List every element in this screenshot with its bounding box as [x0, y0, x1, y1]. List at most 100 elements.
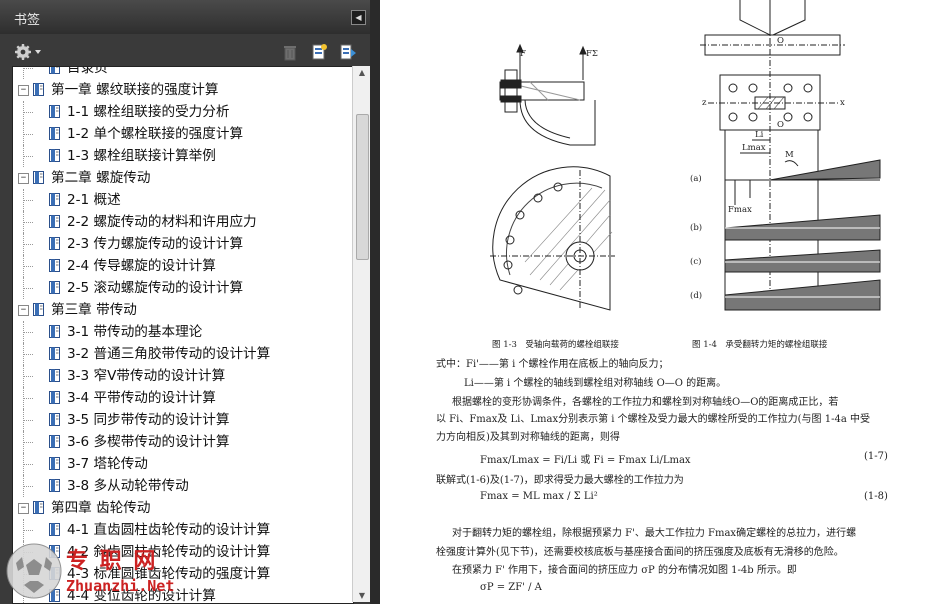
bookmark-icon	[49, 193, 60, 206]
scrollbar-thumb[interactable]	[356, 114, 369, 260]
bookmark-item[interactable]: 3-1 带传动的基本理论	[13, 321, 353, 343]
tree-connector	[23, 112, 33, 113]
bookmark-item[interactable]: 1-1 螺栓组联接的受力分析	[13, 101, 353, 123]
bookmark-chapter[interactable]: − 第四章 齿轮传动	[13, 497, 353, 519]
bookmark-item[interactable]: 3-3 窄V带传动的设计计算	[13, 365, 353, 387]
label-Li: Li	[755, 130, 764, 140]
tree-connector	[23, 156, 33, 157]
tree-connector	[23, 387, 24, 409]
figure-drawings	[490, 0, 881, 311]
watermark-text-en: Zhuanzhi.Net	[66, 577, 175, 595]
label-Lmax: Lmax	[742, 143, 766, 153]
bookmark-label: 1-3 螺栓组联接计算举例	[67, 148, 216, 164]
bookmark-item[interactable]: 2-3 传力螺旋传动的设计计算	[13, 233, 353, 255]
equation-number: (1-8)	[864, 491, 888, 502]
bookmark-expand-icon[interactable]	[339, 43, 357, 61]
bookmark-item[interactable]: 目录页	[13, 67, 353, 79]
collapse-toggle-icon[interactable]: −	[18, 305, 29, 316]
bookmark-label: 3-4 平带传动的设计计算	[67, 390, 216, 406]
bookmark-icon	[33, 303, 44, 316]
label-M: M	[785, 150, 794, 160]
bookmark-item[interactable]: 3-8 多从动轮带传动	[13, 475, 353, 497]
doc-line: 栓强度计算外(见下节)，还需要校核底板与基座接合面间的挤压强度及底板有无滑移的危…	[436, 547, 844, 558]
tree-connector	[23, 233, 24, 255]
bookmark-icon	[49, 369, 60, 382]
collapse-panel-button[interactable]: ◀	[351, 10, 366, 25]
bookmark-item[interactable]: 2-4 传导螺旋的设计计算	[13, 255, 353, 277]
label-a: (a)	[690, 174, 702, 184]
watermark-text-cn: 专 职 网	[66, 549, 158, 574]
bookmark-icon	[49, 413, 60, 426]
bookmark-label: 3-6 多楔带传动的设计计算	[67, 434, 230, 450]
bookmark-item[interactable]: 2-5 滚动螺旋传动的设计计算	[13, 277, 353, 299]
tree-connector	[23, 354, 33, 355]
tree-connector	[23, 101, 24, 123]
bookmark-icon	[49, 67, 60, 74]
gear-icon[interactable]	[14, 43, 42, 61]
scroll-down-icon[interactable]: ▼	[356, 591, 368, 600]
bookmark-label: 3-1 带传动的基本理论	[67, 324, 203, 340]
tree-connector	[23, 376, 33, 377]
bookmark-label: 2-5 滚动螺旋传动的设计计算	[67, 280, 244, 296]
bookmark-scrollbar[interactable]: ▲ ▼	[352, 66, 371, 602]
scroll-up-icon[interactable]: ▲	[356, 68, 368, 77]
bookmark-item[interactable]: 2-2 螺旋传动的材料和许用应力	[13, 211, 353, 233]
bookmark-icon	[49, 325, 60, 338]
panel-titlebar: 书签 ◀	[0, 0, 370, 34]
bookmark-label: 第四章 齿轮传动	[51, 500, 151, 516]
doc-line: 在预紧力 F' 作用下，接合面间的挤压应力 σP 的分布情况如图 1-4b 所示…	[452, 565, 797, 576]
tree-connector	[23, 123, 24, 145]
bookmark-label: 第三章 带传动	[51, 302, 137, 318]
bookmark-item[interactable]: 3-5 同步带传动的设计计算	[13, 409, 353, 431]
bookmark-icon	[49, 215, 60, 228]
tree-connector	[23, 68, 33, 69]
tree-connector	[23, 200, 33, 201]
bookmark-label: 2-1 概述	[67, 192, 121, 208]
collapse-toggle-icon[interactable]: −	[18, 85, 29, 96]
label-c: (c)	[690, 257, 702, 267]
doc-equation: Fmax = ML max / Σ Li²	[480, 491, 598, 502]
doc-equation: Fmax/Lmax = Fi/Li 或 Fi = Fmax Li/Lmax	[480, 455, 691, 466]
bookmark-label: 2-4 传导螺旋的设计计算	[67, 258, 216, 274]
bookmark-chapter[interactable]: − 第二章 螺旋传动	[13, 167, 353, 189]
bookmark-item[interactable]: 3-6 多楔带传动的设计计算	[13, 431, 353, 453]
doc-line: 对于翻转力矩的螺栓组，除根据预紧力 F'、最大工作拉力 Fmax确定螺栓的总拉力…	[452, 528, 857, 539]
doc-line: 联解式(1-6)及(1-7)，即求得受力最大螺栓的工作拉力为	[436, 475, 684, 486]
bookmark-item[interactable]: 3-2 普通三角胶带传动的设计计算	[13, 343, 353, 365]
tree-connector	[23, 189, 24, 211]
panel-splitter[interactable]	[370, 0, 380, 604]
bookmark-label: 1-2 单个螺栓联接的强度计算	[67, 126, 244, 142]
label-O-top: O	[777, 36, 784, 46]
bookmark-item[interactable]: 3-4 平带传动的设计计算	[13, 387, 353, 409]
tree-connector	[23, 332, 33, 333]
tree-connector	[23, 365, 24, 387]
bookmark-icon	[49, 435, 60, 448]
bookmark-icon	[49, 479, 60, 492]
bookmark-icon	[33, 171, 44, 184]
tree-connector	[23, 145, 24, 167]
tree-connector	[23, 420, 33, 421]
figure-1-3-plan	[490, 166, 615, 311]
tree-connector	[23, 464, 33, 465]
collapse-toggle-icon[interactable]: −	[18, 173, 29, 184]
new-bookmark-icon[interactable]	[310, 43, 328, 61]
tree-connector	[23, 442, 33, 443]
trash-icon[interactable]	[281, 43, 299, 61]
collapse-toggle-icon[interactable]: −	[18, 503, 29, 514]
tree-connector	[23, 475, 24, 497]
bookmark-label: 3-8 多从动轮带传动	[67, 478, 189, 494]
tree-connector	[23, 343, 24, 365]
doc-line: 以 Fi、Fmax及 Li、Lmax分别表示第 i 个螺栓及受力最大的螺栓所受的…	[436, 414, 870, 425]
bookmark-label: 2-2 螺旋传动的材料和许用应力	[67, 214, 257, 230]
watermark-ball-icon	[6, 543, 62, 599]
bookmark-item[interactable]: 1-2 单个螺栓联接的强度计算	[13, 123, 353, 145]
bookmark-chapter[interactable]: − 第一章 螺纹联接的强度计算	[13, 79, 353, 101]
bookmark-chapter[interactable]: − 第三章 带传动	[13, 299, 353, 321]
bookmark-item[interactable]: 1-3 螺栓组联接计算举例	[13, 145, 353, 167]
equation-number: (1-7)	[864, 451, 888, 462]
bookmark-item[interactable]: 3-7 塔轮传动	[13, 453, 353, 475]
bookmark-label: 3-7 塔轮传动	[67, 456, 148, 472]
bookmark-item[interactable]: 2-1 概述	[13, 189, 353, 211]
label-b: (b)	[690, 223, 703, 233]
tree-connector	[23, 277, 24, 299]
